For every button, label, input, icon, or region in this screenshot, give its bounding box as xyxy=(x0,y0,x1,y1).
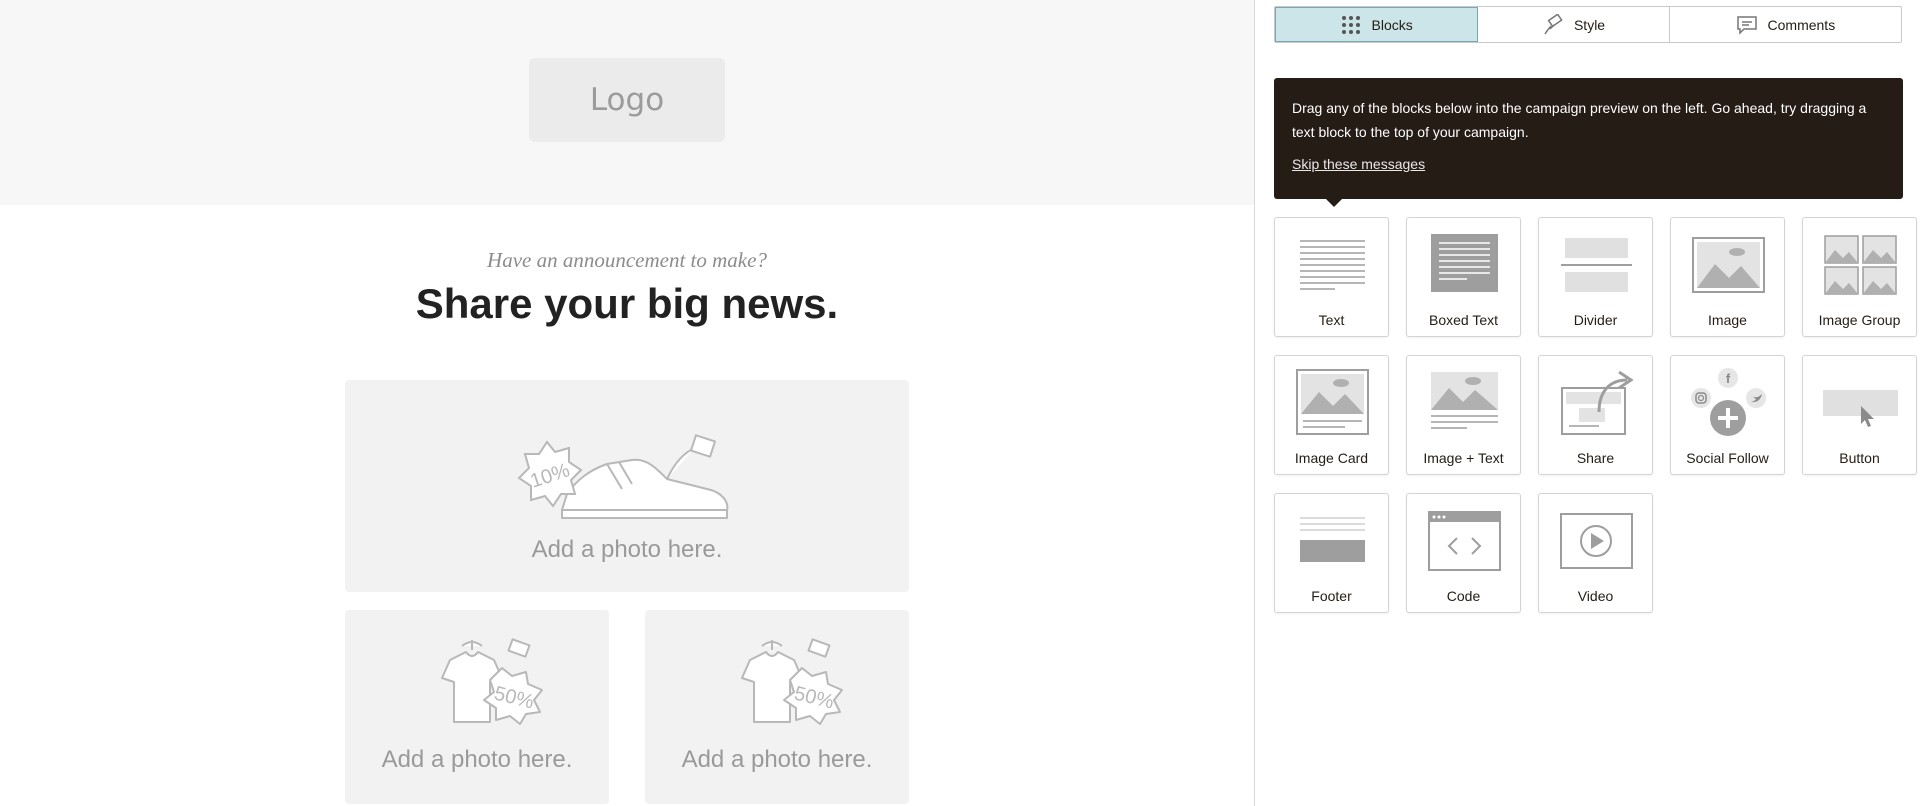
block-button[interactable]: Button xyxy=(1802,355,1917,475)
block-boxed-text[interactable]: Boxed Text xyxy=(1406,217,1521,337)
social-follow-block-icon: f xyxy=(1691,368,1766,436)
tab-style[interactable]: Style xyxy=(1478,7,1670,42)
block-video[interactable]: Video xyxy=(1538,493,1653,613)
share-block-icon xyxy=(1561,370,1634,435)
tab-comments[interactable]: Comments xyxy=(1670,7,1901,42)
divider-block-icon xyxy=(1561,238,1632,292)
tab-style-label: Style xyxy=(1573,16,1606,33)
sidebar-tabs: Blocks Style Comments xyxy=(1274,6,1902,43)
block-divider[interactable]: Divider xyxy=(1538,217,1653,337)
video-block-icon xyxy=(1560,513,1633,569)
grid-icon xyxy=(1341,15,1360,34)
image-text-block-icon xyxy=(1431,372,1498,429)
headline[interactable]: Share your big news. xyxy=(0,280,1254,328)
block-image-card[interactable]: Image Card xyxy=(1274,355,1389,475)
photo-slot-right[interactable]: 50% Add a photo here. xyxy=(645,610,909,804)
shirt-sale-icon: 50% xyxy=(441,638,543,725)
block-image[interactable]: Image xyxy=(1670,217,1785,337)
skip-messages-link[interactable]: Skip these messages xyxy=(1292,156,1425,172)
tab-blocks-label: Blocks xyxy=(1371,16,1413,33)
footer-block-icon xyxy=(1300,517,1365,562)
text-block-icon xyxy=(1300,240,1365,290)
paint-icon xyxy=(1544,13,1563,34)
block-label: Divider xyxy=(1573,312,1618,328)
photo-slot-left[interactable]: 50% Add a photo here. xyxy=(345,610,609,804)
block-share[interactable]: Share xyxy=(1538,355,1653,475)
tab-blocks[interactable]: Blocks xyxy=(1275,7,1479,42)
photo-slot-main[interactable]: 10% Add a photo here. xyxy=(345,380,909,592)
block-label: Social Follow xyxy=(1686,450,1769,466)
boxed-text-block-icon xyxy=(1431,234,1498,292)
campaign-preview: Logo Have an announcement to make? Share… xyxy=(0,0,1254,806)
image-group-block-icon xyxy=(1824,235,1897,295)
block-image-text[interactable]: Image + Text xyxy=(1406,355,1521,475)
tab-comments-label: Comments xyxy=(1767,16,1836,33)
shoe-sale-icon: 10% xyxy=(517,434,729,519)
app-root: Logo Have an announcement to make? Share… xyxy=(0,0,1920,806)
block-footer[interactable]: Footer xyxy=(1274,493,1389,613)
photo-main-label: Add a photo here. xyxy=(531,536,723,563)
onboarding-tip: Drag any of the blocks below into the ca… xyxy=(1274,78,1903,207)
block-label: Image + Text xyxy=(1423,450,1504,466)
preview-header-band: Logo xyxy=(0,0,1254,205)
block-label: Image Card xyxy=(1294,450,1369,466)
block-text[interactable]: Text xyxy=(1274,217,1389,337)
tip-arrow xyxy=(1326,199,1342,207)
block-social-follow[interactable]: f Social Follow xyxy=(1670,355,1785,475)
button-block-icon xyxy=(1823,390,1898,427)
content-sidebar: Blocks Style Comments Drag any of the bl… xyxy=(1254,0,1920,806)
svg-text:f: f xyxy=(1726,371,1731,386)
block-code[interactable]: Code xyxy=(1406,493,1521,613)
comment-icon xyxy=(1736,15,1757,35)
shirt-sale-icon: 50% xyxy=(741,638,843,725)
block-label: Code xyxy=(1446,588,1481,604)
block-label: Text xyxy=(1318,312,1345,328)
tip-text: Drag any of the blocks below into the ca… xyxy=(1292,100,1867,140)
block-label: Button xyxy=(1839,450,1880,466)
block-label: Image Group xyxy=(1818,312,1901,328)
block-image-group[interactable]: Image Group xyxy=(1802,217,1917,337)
image-block-icon xyxy=(1692,237,1765,293)
logo-placeholder[interactable]: Logo xyxy=(529,58,725,142)
photo-left-label: Add a photo here. xyxy=(381,746,573,773)
block-label: Footer xyxy=(1311,588,1352,604)
photo-right-label: Add a photo here. xyxy=(681,746,873,773)
block-label: Boxed Text xyxy=(1428,312,1498,328)
announcement-kicker[interactable]: Have an announcement to make? xyxy=(0,248,1254,273)
code-block-icon xyxy=(1428,511,1501,571)
block-label: Image xyxy=(1708,312,1747,328)
block-label: Share xyxy=(1576,450,1615,466)
block-label: Video xyxy=(1577,588,1614,604)
image-card-block-icon xyxy=(1296,369,1369,435)
